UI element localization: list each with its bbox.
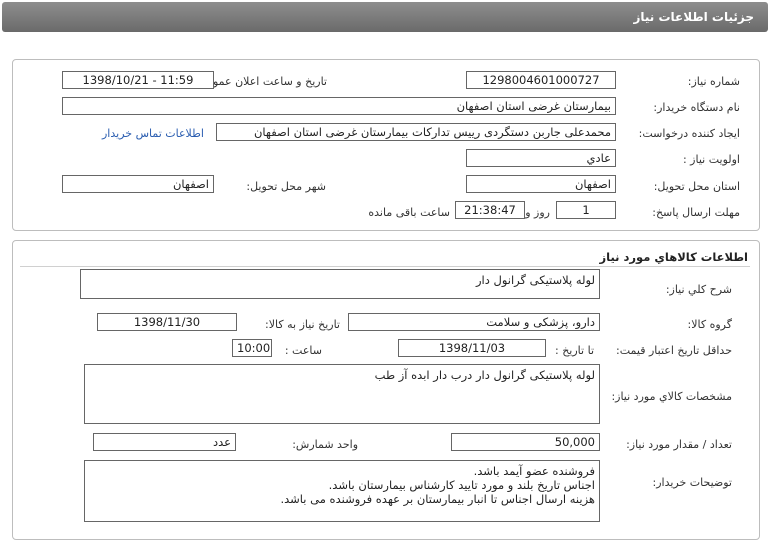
need-date-field: 1398/11/30: [97, 313, 237, 331]
specification-label: مشخصات کالاي مورد نياز:: [611, 390, 732, 403]
buyer-contact-link[interactable]: اطلاعات تماس خریدار: [102, 127, 204, 140]
description-field: لوله پلاستیکی گرانول دار: [80, 269, 600, 299]
province-field: اصفهان: [466, 175, 616, 193]
need-number-label: شماره نیاز:: [687, 75, 740, 88]
deadline-label: مهلت ارسال پاسخ:: [652, 206, 740, 219]
need-number-field: 1298004601000727: [466, 71, 616, 89]
time-label: ساعت :: [284, 344, 322, 357]
buyer-org-label: نام دستگاه خریدار:: [653, 101, 740, 114]
buyer-notes-field: فروشنده عضو آیمد باشد. اجناس تاریخ بلند …: [84, 460, 600, 522]
remaining-time-label: ساعت باقی مانده: [368, 206, 450, 219]
deadline-days-field: 1: [556, 201, 616, 219]
deadline-time-field: 21:38:47: [455, 201, 525, 219]
price-validity-label: حداقل تاریخ اعتبار قیمت:: [616, 344, 732, 357]
unit-field: عدد: [93, 433, 236, 451]
goods-section-title: اطلاعات کالاهاي مورد نياز: [599, 250, 748, 264]
quantity-label: تعداد / مقدار مورد نیاز:: [626, 438, 732, 451]
need-date-label: تاریخ نیاز به کالا:: [265, 318, 340, 331]
goods-group-label: گروه کالا:: [687, 318, 732, 331]
province-label: استان محل تحویل:: [653, 180, 740, 193]
unit-label: واحد شمارش:: [292, 438, 358, 451]
page-title: جزئیات اطلاعات نیاز: [633, 10, 754, 24]
buyer-note-line: فروشنده عضو آیمد باشد.: [473, 464, 595, 478]
buyer-notes-label: توضیحات خریدار:: [652, 476, 733, 489]
priority-field: عادي: [466, 149, 616, 167]
time-field: 10:00: [232, 339, 272, 357]
days-label: روز و: [525, 206, 550, 219]
city-label: شهر محل تحویل:: [246, 180, 326, 193]
page-header: جزئیات اطلاعات نیاز: [2, 2, 768, 32]
until-date-label: تا تاریخ :: [555, 344, 594, 357]
priority-label: اولویت نیاز :: [682, 153, 740, 166]
quantity-field: 50,000: [451, 433, 600, 451]
until-date-field: 1398/11/03: [398, 339, 546, 357]
description-label: شرح کلي نياز:: [665, 283, 732, 296]
announce-date-label: تاریخ و ساعت اعلان عمومی:: [194, 75, 327, 88]
goods-group-field: دارو، پزشکی و سلامت: [348, 313, 600, 331]
buyer-note-line: اجناس تاریخ بلند و مورد تایید کارشناس بی…: [328, 478, 595, 492]
announce-date-field: 1398/10/21 - 11:59: [62, 71, 214, 89]
city-field: اصفهان: [62, 175, 214, 193]
specification-field: لوله پلاستیکی گرانول دار درب دار ابده آز…: [84, 364, 600, 424]
section-divider: [20, 266, 750, 267]
creator-field: محمدعلی جاربن دستگردی رییس تدارکات بیمار…: [216, 123, 616, 141]
buyer-org-field: بیمارستان غرضی استان اصفهان: [62, 97, 616, 115]
buyer-note-line: هزینه ارسال اجناس تا انبار بیمارستان بر …: [280, 492, 595, 506]
creator-label: ایجاد کننده درخواست:: [638, 127, 740, 140]
